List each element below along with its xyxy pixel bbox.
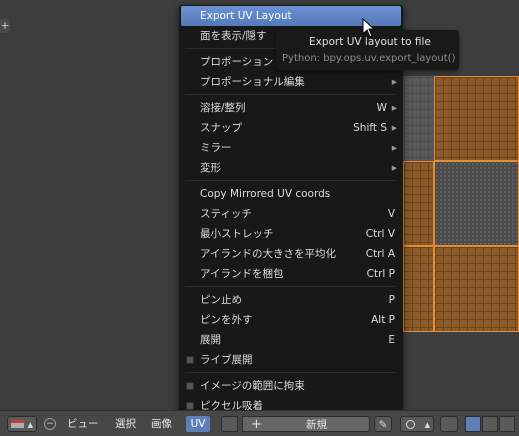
submenu-arrow-icon: ▸ <box>391 76 397 88</box>
menu-item-shortcut: Ctrl P <box>366 268 395 280</box>
menu-item-pin[interactable]: ピン止め P <box>181 290 401 310</box>
menu-item-transform[interactable]: 変形 ▸ <box>181 158 401 178</box>
menu-item-live-unwrap[interactable]: ライブ展開 <box>181 350 401 370</box>
menu-item-minimize-stretch[interactable]: 最小ストレッチ Ctrl V <box>181 224 401 244</box>
menu-item-mirror[interactable]: ミラー ▸ <box>181 138 401 158</box>
menu-item-proportional-editing[interactable]: プロポーショナル編集 ▸ <box>181 72 401 92</box>
menu-separator <box>185 286 395 287</box>
menu-item-label: アイランドの大きさを平均化 <box>200 248 336 260</box>
menu-item-label: 溶接/整列 <box>200 102 246 114</box>
uv-sync-icon[interactable] <box>440 416 458 432</box>
menu-item-label: プロポーション <box>200 56 274 68</box>
menu-item-label: 最小ストレッチ <box>200 228 274 240</box>
image-browse-icon[interactable] <box>221 416 238 432</box>
editor-type-icon <box>11 420 24 428</box>
checkbox-icon[interactable] <box>186 382 194 390</box>
pin-icon[interactable]: ✎ <box>374 416 392 432</box>
add-icon: + <box>251 417 262 432</box>
editor-type-selector[interactable]: ▲ <box>7 416 37 432</box>
menu-separator <box>185 372 395 373</box>
collapse-icon[interactable]: − <box>44 418 56 430</box>
menu-item-label: スティッチ <box>200 208 252 220</box>
menu-item-label: ライブ展開 <box>200 354 253 366</box>
menu-item-stitch[interactable]: スティッチ V <box>181 204 401 224</box>
submenu-arrow-icon: ▸ <box>391 142 397 154</box>
submenu-arrow-icon: ▸ <box>391 102 397 114</box>
new-image-button[interactable]: + 新規 <box>242 416 370 432</box>
face-select-icon[interactable] <box>499 416 515 432</box>
menu-item-unwrap[interactable]: 展開 E <box>181 330 401 350</box>
menu-item-shortcut: Ctrl A <box>365 248 395 260</box>
mouse-pointer-icon <box>362 18 376 38</box>
menu-uv[interactable]: UV <box>186 416 210 432</box>
uv-face[interactable] <box>434 246 519 332</box>
edge-select-icon[interactable] <box>482 416 498 432</box>
uv-editor-header: ▲ − ビュー 選択 画像 UV + 新規 ✎ ▲ <box>0 410 519 436</box>
menu-item-label: アイランドを梱包 <box>200 268 284 280</box>
menu-item-label: イメージの範囲に拘束 <box>200 380 305 392</box>
menu-item-label: スナップ <box>200 122 242 134</box>
menu-item-weld-align[interactable]: 溶接/整列 W ▸ <box>181 98 401 118</box>
menu-item-label: Copy Mirrored UV coords <box>200 188 331 200</box>
uv-face[interactable] <box>434 161 519 246</box>
menu-view[interactable]: ビュー <box>67 416 99 432</box>
uv-face[interactable] <box>403 161 434 246</box>
menu-item-unpin[interactable]: ピンを外す Alt P <box>181 310 401 330</box>
menu-item-shortcut: Ctrl V <box>365 228 395 240</box>
chevron-updown-icon: ▲ <box>27 421 33 429</box>
chevron-updown-icon: ▲ <box>424 421 430 429</box>
menu-item-label: ピンを外す <box>200 314 253 326</box>
menu-item-shortcut: Alt P <box>371 314 395 326</box>
checkbox-icon[interactable] <box>186 356 194 364</box>
menu-item-shortcut: E <box>388 334 395 346</box>
menu-item-label: プロポーショナル編集 <box>200 76 305 88</box>
menu-item-label: 変形 <box>200 162 221 174</box>
menu-item-constrain-to-image-bounds[interactable]: イメージの範囲に拘束 <box>181 376 401 396</box>
menu-item-shortcut: W <box>376 102 387 114</box>
menu-separator <box>185 94 395 95</box>
vertex-select-icon[interactable] <box>465 416 481 432</box>
menu-item-label: ミラー <box>200 142 232 154</box>
menu-image[interactable]: 画像 <box>151 416 172 432</box>
menu-item-pack-islands[interactable]: アイランドを梱包 Ctrl P <box>181 264 401 284</box>
tooltip-python: Python: bpy.ops.uv.export_layout() <box>282 53 456 64</box>
pivot-selector[interactable]: ▲ <box>400 416 434 432</box>
submenu-arrow-icon: ▸ <box>391 122 397 134</box>
menu-item-label: Export UV Layout <box>200 10 292 22</box>
menu-item-label: 面を表示/隠す <box>200 30 267 42</box>
menu-item-label: ピン止め <box>200 294 242 306</box>
tool-shelf-tab[interactable]: + <box>0 19 10 33</box>
menu-item-shortcut: Shift S <box>353 122 387 134</box>
submenu-arrow-icon: ▸ <box>391 162 397 174</box>
menu-separator <box>185 180 395 181</box>
pivot-icon <box>406 420 415 429</box>
menu-item-snap[interactable]: スナップ Shift S ▸ <box>181 118 401 138</box>
uv-face[interactable] <box>403 246 434 332</box>
menu-item-copy-mirrored-uv-coords[interactable]: Copy Mirrored UV coords <box>181 184 401 204</box>
uv-face[interactable] <box>434 76 519 161</box>
menu-item-average-islands-scale[interactable]: アイランドの大きさを平均化 Ctrl A <box>181 244 401 264</box>
checkbox-icon[interactable] <box>186 402 194 410</box>
menu-item-shortcut: V <box>387 208 395 220</box>
new-image-label: 新規 <box>306 419 327 431</box>
uv-face-unselected[interactable] <box>403 76 434 161</box>
menu-item-label: 展開 <box>200 334 221 346</box>
menu-item-shortcut: P <box>388 294 395 306</box>
menu-select[interactable]: 選択 <box>115 416 136 432</box>
